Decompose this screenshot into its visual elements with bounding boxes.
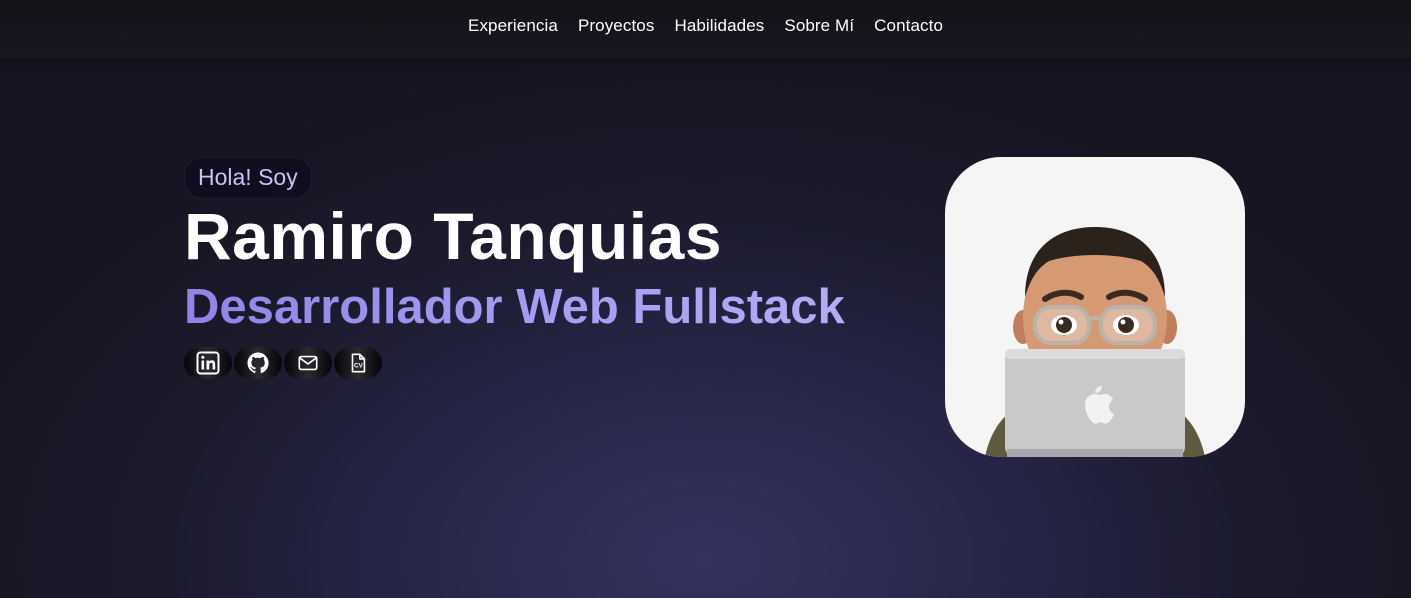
page: Experiencia Proyectos Habilidades Sobre … — [0, 0, 1411, 598]
hero-role: Desarrollador Web Fullstack — [184, 279, 884, 335]
mail-icon — [298, 355, 318, 371]
linkedin-icon — [196, 351, 220, 375]
github-icon — [247, 352, 269, 374]
nav-link-experiencia[interactable]: Experiencia — [468, 16, 558, 36]
nav-link-sobre-mi[interactable]: Sobre Mí — [784, 16, 854, 36]
nav-link-proyectos[interactable]: Proyectos — [578, 16, 655, 36]
hero-section: Hola! Soy Ramiro Tanquias Desarrollador … — [184, 157, 884, 379]
nav-list: Experiencia Proyectos Habilidades Sobre … — [468, 16, 943, 36]
memoji-avatar-illustration — [985, 227, 1205, 457]
cv-icon-text: CV — [354, 363, 364, 370]
social-links: CV — [184, 347, 884, 379]
greeting-badge: Hola! Soy — [184, 157, 312, 199]
nav-link-contacto[interactable]: Contacto — [874, 16, 943, 36]
email-button[interactable] — [284, 347, 332, 379]
top-navigation-bar: Experiencia Proyectos Habilidades Sobre … — [0, 0, 1411, 58]
linkedin-button[interactable] — [184, 347, 232, 379]
cv-download-button[interactable]: CV — [334, 347, 382, 379]
nav-link-habilidades[interactable]: Habilidades — [674, 16, 764, 36]
hero-name: Ramiro Tanquias — [184, 199, 723, 273]
github-button[interactable] — [234, 347, 282, 379]
cv-document-icon: CV — [351, 353, 366, 373]
avatar-card — [945, 157, 1245, 457]
